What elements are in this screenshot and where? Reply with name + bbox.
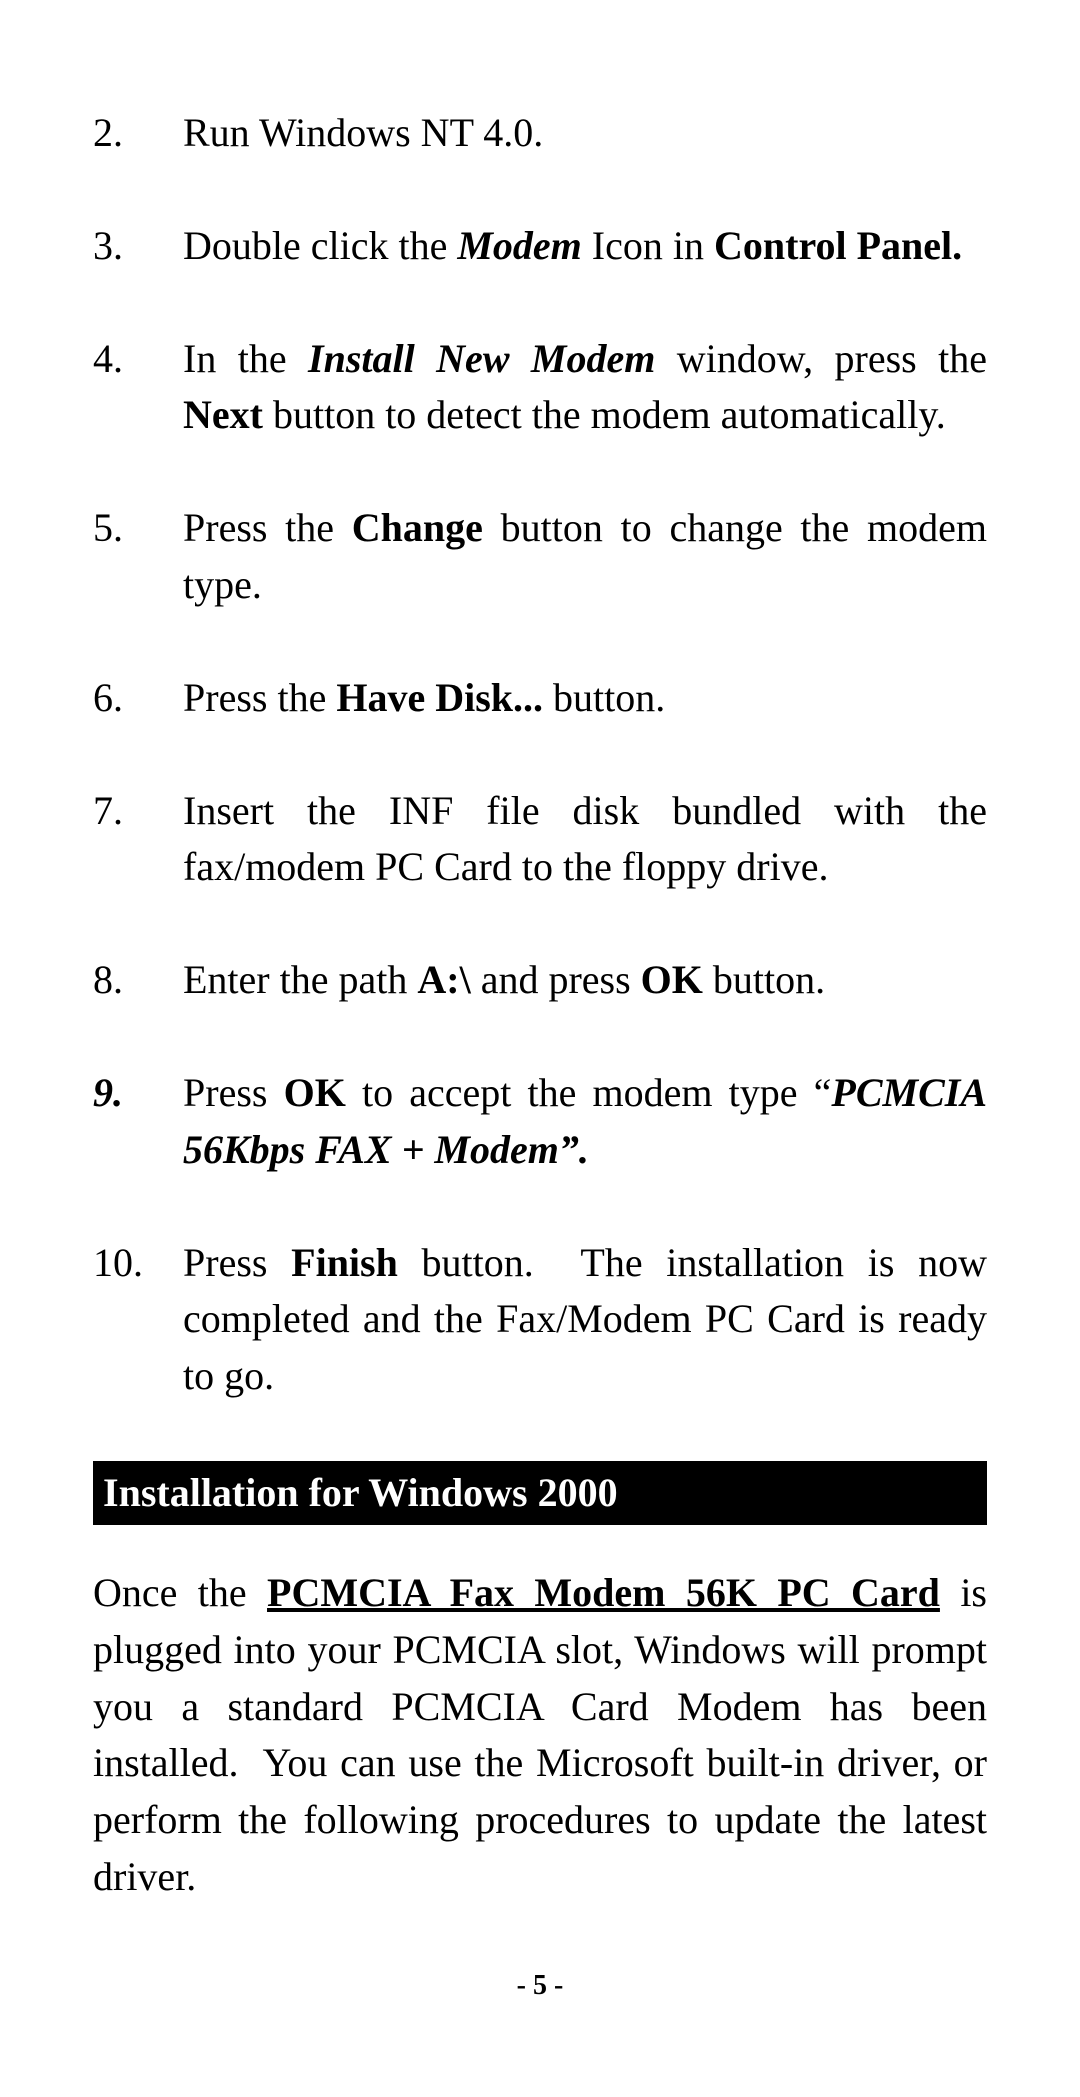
instruction-item: 4.In the Install New Modem window, press…	[93, 331, 987, 445]
step-text: Press Finish button. The installation is…	[183, 1235, 987, 1405]
step-text: Double click the Modem Icon in Control P…	[183, 218, 987, 275]
instruction-item: 3.Double click the Modem Icon in Control…	[93, 218, 987, 275]
step-text: Run Windows NT 4.0.	[183, 105, 987, 162]
paragraph: Once the PCMCIA Fax Modem 56K PC Card is…	[93, 1565, 987, 1906]
page-number: - 5 -	[0, 1970, 1080, 2002]
step-text: Insert the INF file disk bundled with th…	[183, 783, 987, 897]
step-number: 8.	[93, 952, 183, 1009]
step-text: In the Install New Modem window, press t…	[183, 331, 987, 445]
section-heading: Installation for Windows 2000	[93, 1461, 987, 1525]
step-number: 5.	[93, 500, 183, 614]
instruction-item: 9.Press OK to accept the modem type “PCM…	[93, 1065, 987, 1179]
instruction-item: 7.Insert the INF file disk bundled with …	[93, 783, 987, 897]
step-number: 9.	[93, 1065, 183, 1179]
step-number: 7.	[93, 783, 183, 897]
step-number: 2.	[93, 105, 183, 162]
instruction-item: 2.Run Windows NT 4.0.	[93, 105, 987, 162]
document-page: 2.Run Windows NT 4.0.3.Double click the …	[0, 0, 1080, 1906]
instruction-item: 5.Press the Change button to change the …	[93, 500, 987, 614]
instruction-item: 10.Press Finish button. The installation…	[93, 1235, 987, 1405]
step-number: 6.	[93, 670, 183, 727]
step-number: 10.	[93, 1235, 183, 1405]
step-number: 4.	[93, 331, 183, 445]
instruction-item: 6.Press the Have Disk... button.	[93, 670, 987, 727]
instruction-item: 8.Enter the path A:\ and press OK button…	[93, 952, 987, 1009]
step-text: Press the Have Disk... button.	[183, 670, 987, 727]
step-number: 3.	[93, 218, 183, 275]
step-text: Press the Change button to change the mo…	[183, 500, 987, 614]
step-text: Press OK to accept the modem type “PCMCI…	[183, 1065, 987, 1179]
instruction-list: 2.Run Windows NT 4.0.3.Double click the …	[93, 105, 987, 1405]
step-text: Enter the path A:\ and press OK button.	[183, 952, 987, 1009]
